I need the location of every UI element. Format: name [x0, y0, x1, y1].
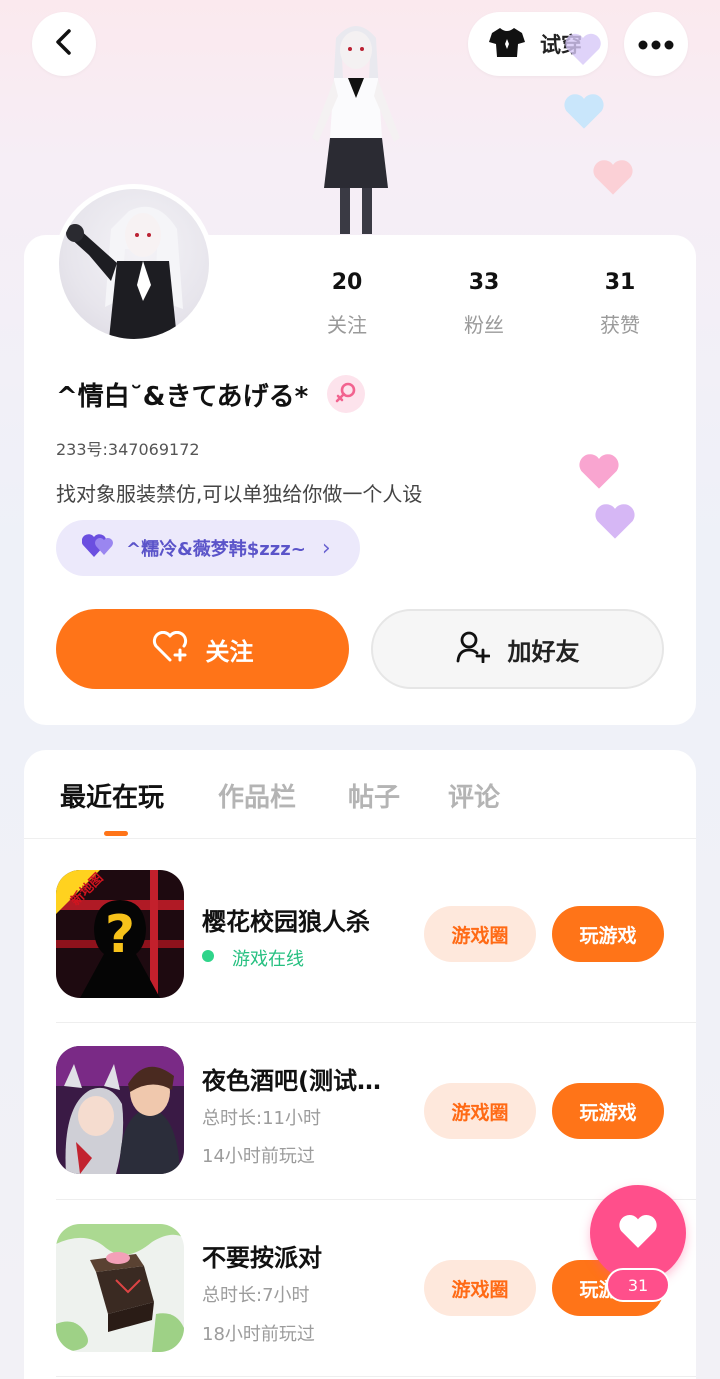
add-friend-button[interactable]: 加好友: [371, 609, 664, 689]
tab-works[interactable]: 作品栏: [218, 777, 296, 814]
stat-label: 获赞: [600, 313, 640, 337]
add-user-icon: [456, 631, 490, 667]
follow-label: 关注: [205, 637, 254, 666]
more-options-button[interactable]: [624, 12, 688, 76]
stat-label: 粉丝: [464, 313, 504, 337]
svg-text:?: ?: [105, 905, 135, 965]
game-last-played: 14小时前玩过: [202, 1146, 315, 1167]
heart-plus-icon: [152, 630, 188, 667]
online-status: 游戏在线: [232, 949, 304, 970]
relation-chip[interactable]: ^糯冷&薇梦韩$zzz~ ›: [56, 520, 360, 576]
chevron-left-icon: [52, 28, 76, 60]
game-icon[interactable]: ? 新地图: [56, 870, 184, 998]
relation-chip-label: ^糯冷&薇梦韩$zzz~: [126, 539, 306, 560]
divider: [56, 1022, 696, 1023]
game-total-duration: 总时长:7小时: [202, 1285, 310, 1306]
user-bio: 找对象服装禁仿,可以单独给你做一个人设: [56, 482, 423, 506]
tab-posts[interactable]: 帖子: [348, 777, 400, 814]
back-button[interactable]: [32, 12, 96, 76]
online-status-dot: [202, 950, 214, 962]
stat-value: 33: [468, 270, 500, 295]
divider: [24, 838, 696, 839]
game-title: 不要按派对: [202, 1244, 322, 1272]
game-last-played: 18小时前玩过: [202, 1324, 315, 1345]
double-heart-icon: [81, 533, 116, 563]
chevron-right-icon: ›: [321, 535, 331, 561]
dressup-character-figure: [296, 18, 416, 236]
heart-icon: [618, 1213, 658, 1253]
female-gender-icon: [327, 375, 365, 413]
heart-decoration-icon: [564, 32, 602, 70]
user-id: 233号:347069172: [56, 440, 200, 459]
game-title: 夜色酒吧(测试…: [202, 1067, 381, 1095]
tab-comments[interactable]: 评论: [448, 777, 500, 814]
divider: [56, 1199, 696, 1200]
more-dots-icon: [638, 35, 674, 54]
tab-recently-played[interactable]: 最近在玩: [60, 777, 164, 814]
heart-decoration-icon: [592, 158, 634, 200]
game-circle-button[interactable]: 游戏圈: [424, 1260, 536, 1316]
heart-decoration-icon: [578, 452, 620, 494]
game-circle-button[interactable]: 游戏圈: [424, 906, 536, 962]
tshirt-icon: [488, 25, 526, 63]
stat-following[interactable]: 20 关注: [287, 270, 407, 338]
play-game-button[interactable]: 玩游戏: [552, 906, 664, 962]
heart-decoration-icon: [563, 92, 605, 134]
like-floating-button[interactable]: [590, 1185, 686, 1281]
game-icon[interactable]: [56, 1224, 184, 1352]
like-count-badge: 31: [606, 1268, 670, 1302]
username: ^情白˘&きてあげる*: [56, 382, 309, 412]
play-game-button[interactable]: 玩游戏: [552, 1083, 664, 1139]
avatar[interactable]: [54, 184, 214, 344]
game-title: 樱花校园狼人杀: [202, 908, 370, 936]
follow-button[interactable]: 关注: [56, 609, 349, 689]
game-circle-button[interactable]: 游戏圈: [424, 1083, 536, 1139]
stat-fans[interactable]: 33 粉丝: [424, 270, 544, 338]
tab-indicator: [104, 831, 128, 836]
stat-value: 31: [604, 270, 636, 295]
stat-value: 20: [331, 270, 363, 295]
stat-likes[interactable]: 31 获赞: [560, 270, 680, 338]
heart-decoration-icon: [594, 502, 636, 544]
divider: [56, 1376, 696, 1377]
stat-label: 关注: [327, 313, 367, 337]
game-icon[interactable]: [56, 1046, 184, 1174]
add-friend-label: 加好友: [507, 637, 580, 666]
game-total-duration: 总时长:11小时: [202, 1108, 321, 1129]
